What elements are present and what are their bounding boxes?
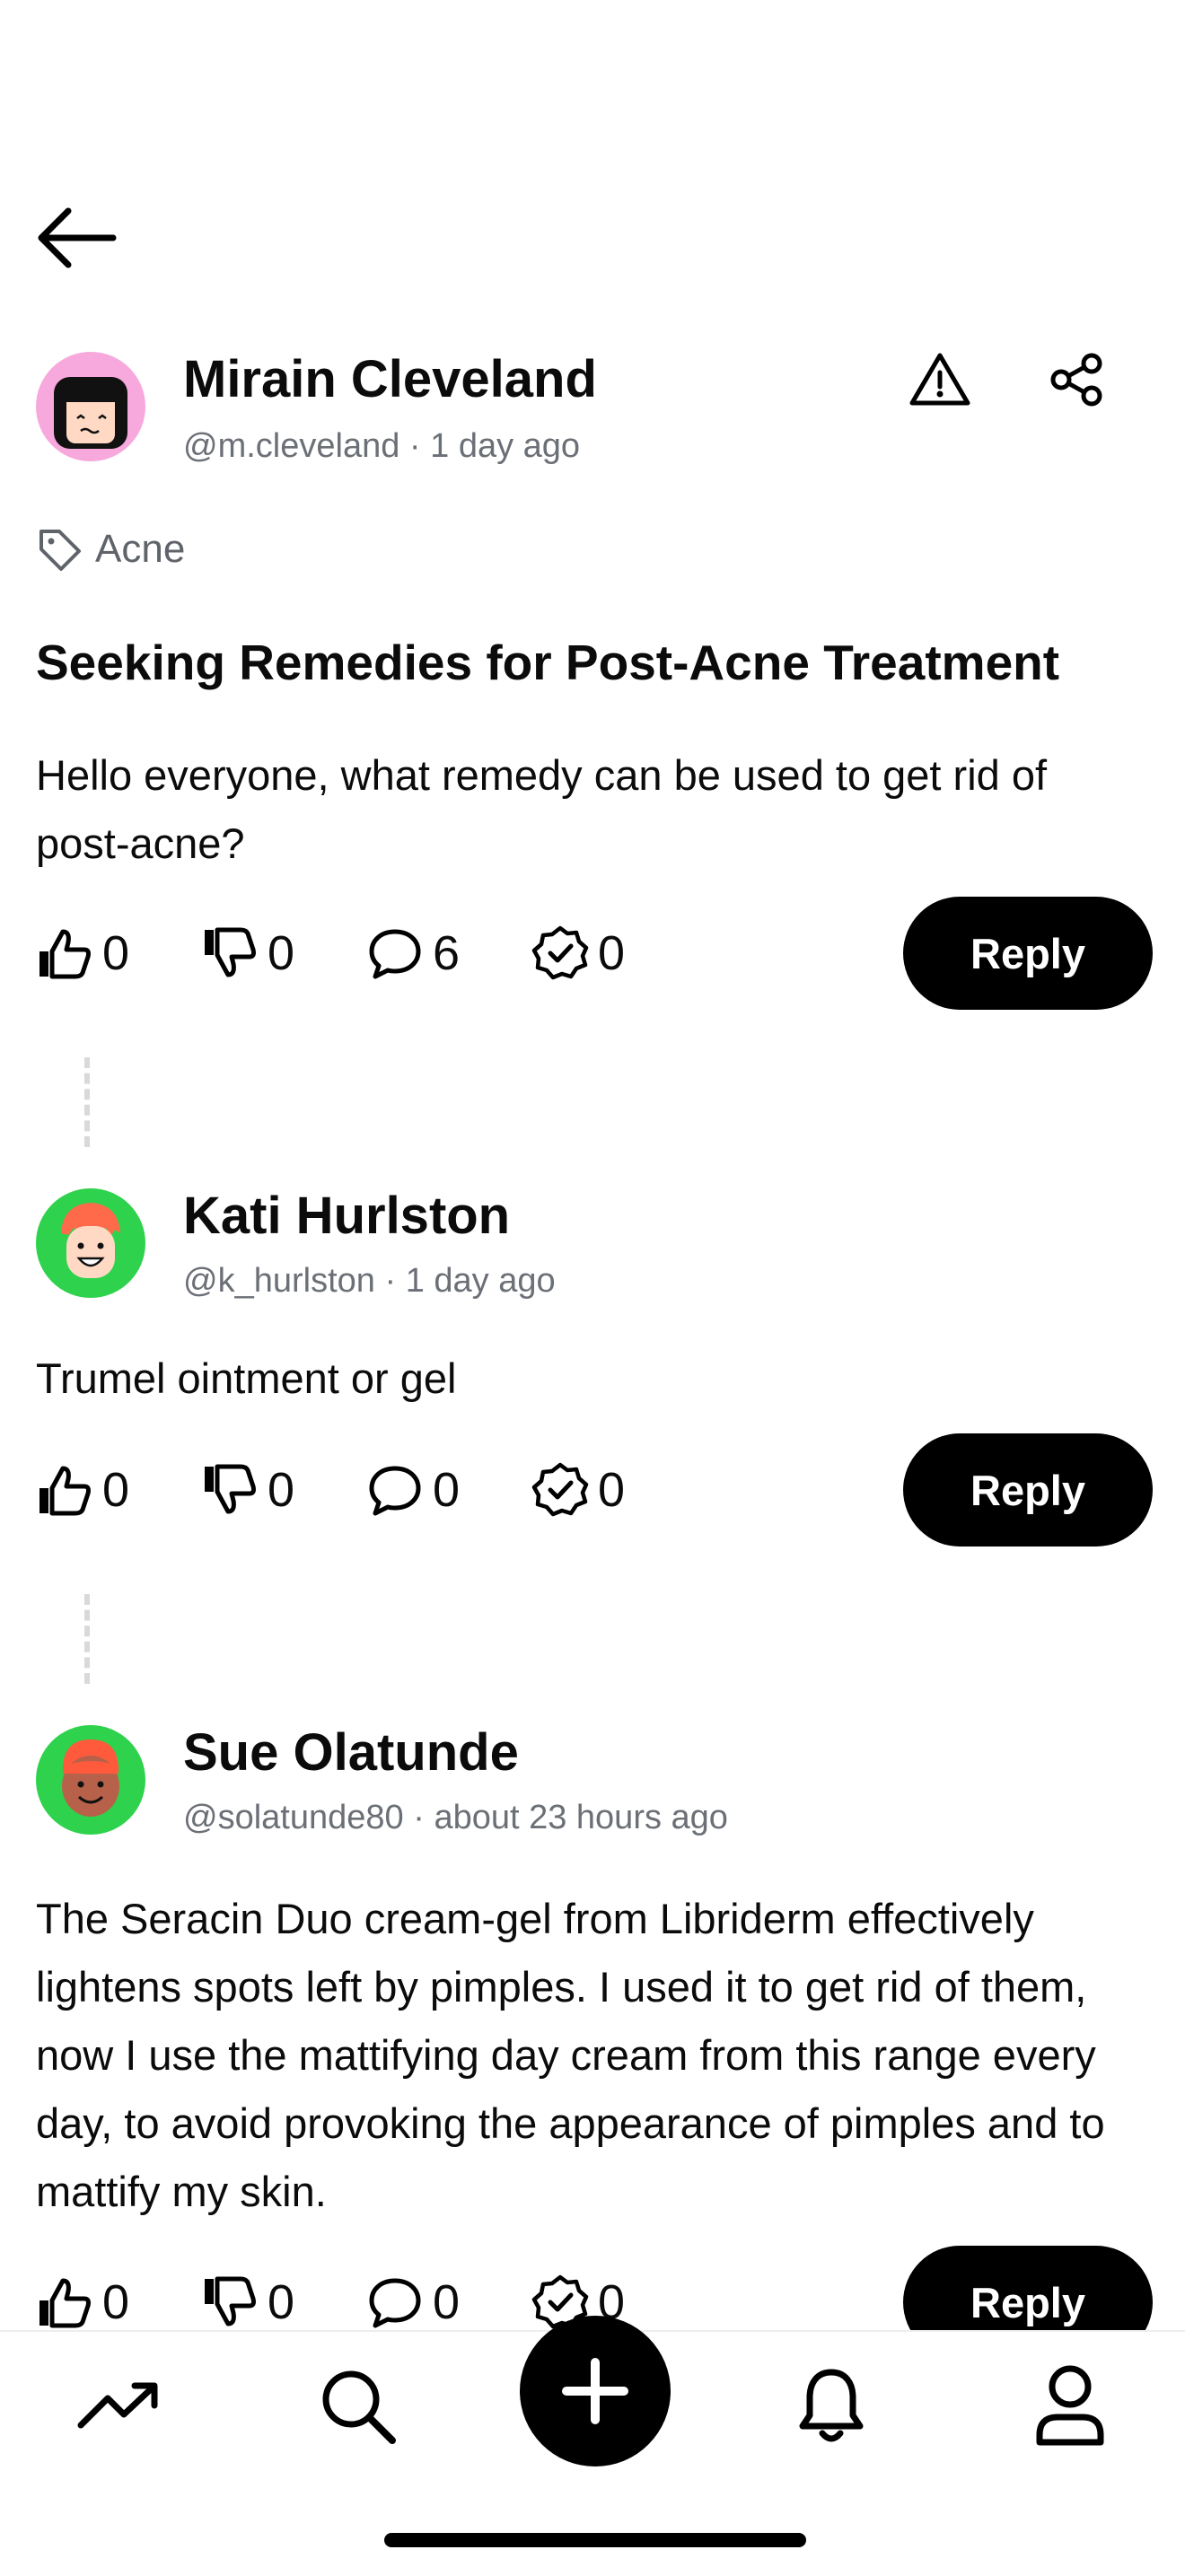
- author-name[interactable]: Kati Hurlston: [183, 1190, 510, 1242]
- post-body: Hello everyone, what remedy can be used …: [36, 751, 1048, 867]
- avatar-illustration: [62, 1739, 119, 1817]
- author-meta: @k_hurlston · 1 day ago: [183, 1264, 556, 1298]
- like-count: 0: [102, 2275, 130, 2329]
- tab-search[interactable]: [312, 2361, 402, 2450]
- verified-badge-icon: [531, 925, 589, 980]
- thread-connector: [84, 1057, 90, 1147]
- share-button[interactable]: [1037, 339, 1118, 420]
- dislike-count: 0: [268, 1463, 295, 1517]
- verified-button[interactable]: 0: [531, 1461, 666, 1519]
- comments-button[interactable]: 6: [366, 924, 531, 982]
- dislike-button[interactable]: 0: [201, 1461, 366, 1519]
- search-icon: [322, 2370, 396, 2444]
- meta-separator: ·: [374, 1262, 406, 1300]
- reply-body: The Seracin Duo cream-gel from Libriderm…: [36, 1895, 1105, 2215]
- reply-button[interactable]: Reply: [903, 897, 1153, 1010]
- author-handle[interactable]: @m.cleveland: [183, 427, 399, 465]
- like-button[interactable]: 0: [36, 2274, 201, 2331]
- bell-icon: [799, 2369, 864, 2442]
- tab-trending[interactable]: [74, 2361, 163, 2450]
- profile-icon: [1036, 2365, 1104, 2446]
- avatar[interactable]: [36, 1725, 145, 1835]
- verified-badge-icon: [531, 1462, 589, 1517]
- dislike-count: 0: [268, 2275, 295, 2329]
- thread-connector: [84, 1594, 90, 1684]
- author-meta: @solatunde80 · about 23 hours ago: [183, 1801, 728, 1835]
- post-time: 1 day ago: [405, 1262, 556, 1300]
- reply-actions: 0 0 0 0: [36, 1433, 666, 1546]
- author-name[interactable]: Sue Olatunde: [183, 1727, 519, 1779]
- comment-count: 6: [433, 926, 461, 980]
- topic-tag[interactable]: Acne: [36, 522, 185, 576]
- arrow-left-icon: [38, 207, 117, 268]
- comment-count: 0: [433, 2275, 461, 2329]
- warning-icon: [909, 353, 970, 406]
- comment-icon: [369, 929, 421, 979]
- avatar[interactable]: [36, 1188, 145, 1298]
- avatar[interactable]: [36, 352, 145, 461]
- avatar-illustration: [61, 1203, 120, 1278]
- thumbs-up-icon: [40, 1466, 91, 1516]
- create-post-button[interactable]: [520, 2316, 671, 2466]
- tab-notifications[interactable]: [786, 2361, 876, 2450]
- avatar-illustration: [54, 377, 127, 449]
- verified-button[interactable]: 0: [531, 924, 666, 982]
- meta-separator: ·: [399, 427, 431, 465]
- tab-profile[interactable]: [1025, 2361, 1115, 2450]
- comment-icon: [369, 1466, 421, 1516]
- trending-icon: [77, 2382, 158, 2429]
- verified-count: 0: [598, 926, 626, 980]
- dislike-count: 0: [268, 926, 295, 980]
- thumbs-down-icon: [205, 927, 256, 977]
- author-meta: @m.cleveland · 1 day ago: [183, 429, 580, 463]
- dislike-button[interactable]: 0: [201, 924, 366, 982]
- author-handle[interactable]: @solatunde80: [183, 1799, 404, 1836]
- back-button[interactable]: [32, 202, 122, 274]
- plus-icon: [562, 2358, 628, 2424]
- post-time: about 23 hours ago: [434, 1799, 728, 1836]
- share-icon: [1050, 353, 1102, 407]
- post-actions: 0 0 6 0: [36, 897, 666, 1010]
- thumbs-down-icon: [205, 1464, 256, 1514]
- meta-separator: ·: [403, 1799, 434, 1836]
- like-button[interactable]: 0: [36, 924, 201, 982]
- thumbs-up-icon: [40, 2278, 91, 2328]
- post-time: 1 day ago: [430, 427, 581, 465]
- dislike-button[interactable]: 0: [201, 2274, 366, 2331]
- home-indicator: [384, 2533, 806, 2547]
- author-name[interactable]: Mirain Cleveland: [183, 354, 597, 406]
- like-button[interactable]: 0: [36, 1461, 201, 1519]
- report-button[interactable]: [900, 339, 980, 420]
- comments-button[interactable]: 0: [366, 1461, 531, 1519]
- tag-icon: [40, 530, 81, 571]
- like-count: 0: [102, 1463, 130, 1517]
- reply-body: Trumel ointment or gel: [36, 1354, 457, 1402]
- like-count: 0: [102, 926, 130, 980]
- tag-label: Acne: [95, 527, 186, 571]
- comments-button[interactable]: 0: [366, 2274, 531, 2331]
- thumbs-up-icon: [40, 929, 91, 979]
- thumbs-down-icon: [205, 2276, 256, 2326]
- comment-icon: [369, 2278, 421, 2328]
- verified-count: 0: [598, 1463, 626, 1517]
- author-handle[interactable]: @k_hurlston: [183, 1262, 375, 1300]
- reply-button[interactable]: Reply: [903, 1433, 1153, 1546]
- comment-count: 0: [433, 1463, 461, 1517]
- post-title: Seeking Remedies for Post-Acne Treatment: [36, 635, 1060, 690]
